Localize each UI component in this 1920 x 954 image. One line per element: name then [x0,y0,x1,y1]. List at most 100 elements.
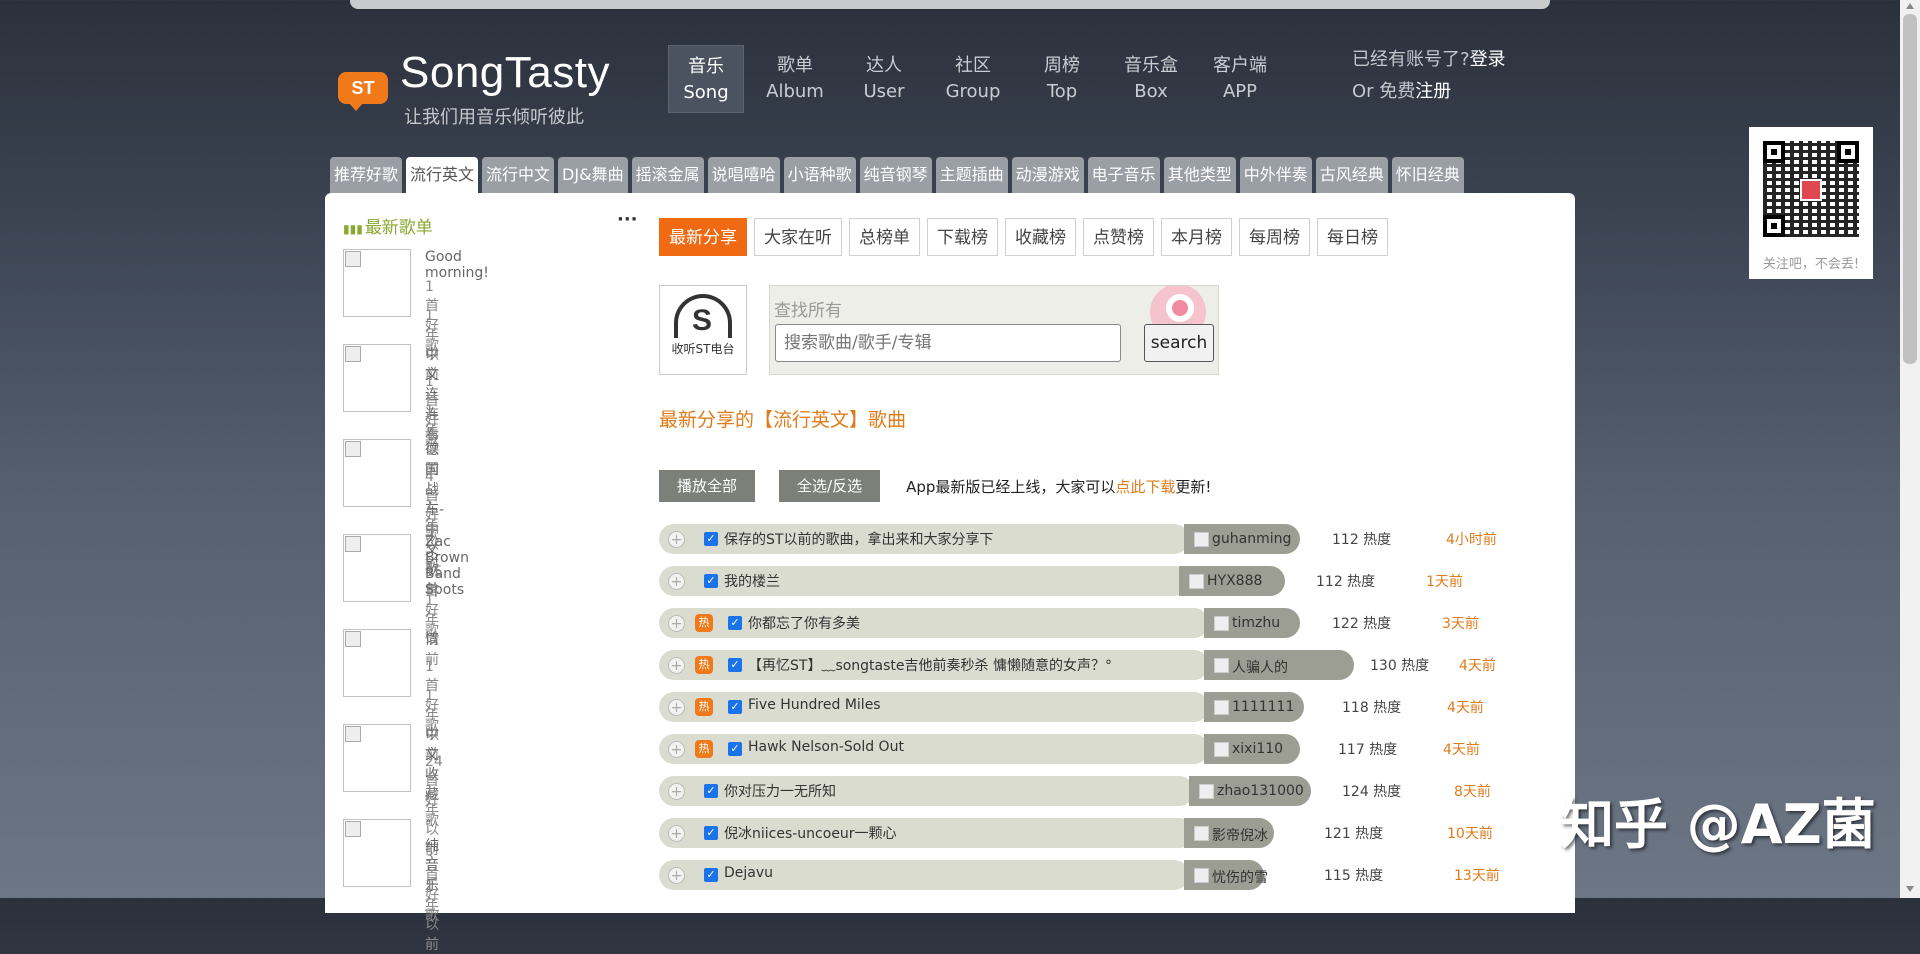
genre-tab-active[interactable]: 流行英文 [406,157,479,193]
user-name[interactable]: xixi110 [1232,741,1283,757]
login-link[interactable]: 登录 [1470,49,1506,70]
play-all-button[interactable]: 播放全部 [659,470,756,502]
song-user[interactable]: zhao131000 [1189,776,1311,806]
rank-tab-active[interactable]: 最新分享 [659,218,747,256]
download-link[interactable]: 点此下载 [1115,478,1175,496]
playlist-cover[interactable] [343,534,411,602]
checkbox-checked-icon[interactable]: ✓ [728,700,742,714]
song-title[interactable]: Hawk Nelson-Sold Out [748,739,904,755]
plus-circle-icon[interactable]: + [668,615,685,632]
genre-tab[interactable]: 古风经典 [1315,157,1388,193]
scrollbar[interactable] [1900,0,1920,898]
playlist-cover[interactable] [343,629,411,697]
more-icon[interactable]: ··· [617,209,638,230]
rank-tab[interactable]: 点赞榜 [1083,218,1154,256]
user-name[interactable]: 1111111 [1232,699,1294,715]
scroll-up-icon[interactable] [1906,3,1914,9]
playlist-cover[interactable] [343,344,411,412]
genre-tab[interactable]: 纯音钢琴 [859,157,932,193]
genre-tab[interactable]: 怀旧经典 [1391,157,1464,193]
playlist-name[interactable]: 情 [425,629,439,649]
user-name[interactable]: timzhu [1232,615,1280,631]
rank-tab[interactable]: 大家在听 [754,218,842,256]
site-logo[interactable]: ST SongTasty 让我们用音乐倾听彼此 [336,48,609,128]
checkbox-checked-icon[interactable]: ✓ [728,742,742,756]
song-title[interactable]: 保存的ST以前的歌曲，拿出来和大家分享下 [724,529,993,549]
rank-tab[interactable]: 每日榜 [1317,218,1388,256]
genre-tab[interactable]: 说唱嘻哈 [707,157,780,193]
search-input[interactable] [775,324,1121,362]
scroll-down-icon[interactable] [1906,886,1914,892]
user-name[interactable]: zhao131000 [1217,783,1304,799]
checkbox-checked-icon[interactable]: ✓ [728,616,742,630]
song-user[interactable]: timzhu [1204,608,1300,638]
nav-item-user[interactable]: 达人 User [846,45,922,113]
genre-tab[interactable]: 流行中文 [482,157,555,193]
checkbox-checked-icon[interactable]: ✓ [704,784,718,798]
plus-circle-icon[interactable]: + [668,741,685,758]
playlist-name[interactable]: Good morning! [425,249,489,281]
playlist-cover[interactable] [343,819,411,887]
playlist-cover[interactable] [343,439,411,507]
song-user[interactable]: HYX888 [1179,566,1285,596]
user-name[interactable]: 影帝倪冰 [1212,825,1268,845]
rank-tab[interactable]: 本月榜 [1161,218,1232,256]
genre-tab[interactable]: DJ&舞曲 [558,157,628,193]
user-name[interactable]: 人骗人的 [1232,657,1288,677]
search-button[interactable]: search [1144,324,1214,362]
genre-tab[interactable]: 其他类型 [1163,157,1236,193]
plus-circle-icon[interactable]: + [668,657,685,674]
checkbox-checked-icon[interactable]: ✓ [728,658,742,672]
genre-tab[interactable]: 中外伴奏 [1239,157,1312,193]
song-user[interactable]: 人骗人的 [1204,650,1354,680]
user-name[interactable]: HYX888 [1207,573,1262,589]
st-radio[interactable]: S 收听ST电台 [659,285,747,375]
plus-circle-icon[interactable]: + [668,783,685,800]
rank-tab[interactable]: 每周榜 [1239,218,1310,256]
genre-tab[interactable]: 摇滚金属 [631,157,704,193]
genre-tab[interactable]: 电子音乐 [1087,157,1160,193]
song-user[interactable]: 1111111 [1204,692,1304,722]
rank-tab[interactable]: 总榜单 [849,218,920,256]
plus-circle-icon[interactable]: + [668,867,685,884]
genre-tab[interactable]: 主题插曲 [935,157,1008,193]
genre-tab[interactable]: 动漫游戏 [1011,157,1084,193]
nav-item-box[interactable]: 音乐盒 Box [1113,45,1189,113]
song-title[interactable]: 倪冰niices-uncoeur一颗心 [724,823,897,843]
register-link[interactable]: 注册 [1415,81,1451,102]
song-title[interactable]: 你对压力一无所知 [724,781,836,801]
song-title[interactable]: Dejavu [724,865,773,881]
song-user[interactable]: xixi110 [1204,734,1300,764]
nav-item-top[interactable]: 周榜 Top [1024,45,1100,113]
playlist-cover[interactable] [343,724,411,792]
song-user[interactable]: 忧伤的雪 [1184,860,1268,890]
nav-item-app[interactable]: 客户端 APP [1202,45,1278,113]
song-user[interactable]: 影帝倪冰 [1184,818,1274,848]
nav-item-group[interactable]: 社区 Group [935,45,1011,113]
song-title[interactable]: 我的楼兰 [724,571,780,591]
user-name[interactable]: 忧伤的雪 [1212,867,1268,887]
playlist-cover[interactable] [343,249,411,317]
checkbox-checked-icon[interactable]: ✓ [704,868,718,882]
plus-circle-icon[interactable]: + [668,699,685,716]
checkbox-checked-icon[interactable]: ✓ [704,826,718,840]
checkbox-checked-icon[interactable]: ✓ [704,532,718,546]
select-all-button[interactable]: 全选/反选 [779,470,881,502]
genre-tab[interactable]: 小语种歌 [783,157,856,193]
user-name[interactable]: guhanming [1212,531,1291,547]
plus-circle-icon[interactable]: + [668,531,685,548]
song-heat: 122 热度 [1332,616,1392,632]
genre-tab[interactable]: 推荐好歌 [330,157,403,193]
checkbox-checked-icon[interactable]: ✓ [704,574,718,588]
rank-tab[interactable]: 下载榜 [927,218,998,256]
rank-tab[interactable]: 收藏榜 [1005,218,1076,256]
song-user[interactable]: guhanming [1184,524,1300,554]
song-title[interactable]: Five Hundred Miles [748,697,881,713]
nav-item-song[interactable]: 音乐 Song [668,45,744,113]
plus-circle-icon[interactable]: + [668,825,685,842]
nav-item-album[interactable]: 歌单 Album [757,45,833,113]
scrollbar-thumb[interactable] [1903,14,1917,364]
song-title[interactable]: 你都忘了你有多美 [748,613,860,633]
plus-circle-icon[interactable]: + [668,573,685,590]
song-title[interactable]: 【再忆ST】﹏songtaste吉他前奏秒杀 慵懒随意的女声？° [748,655,1112,675]
